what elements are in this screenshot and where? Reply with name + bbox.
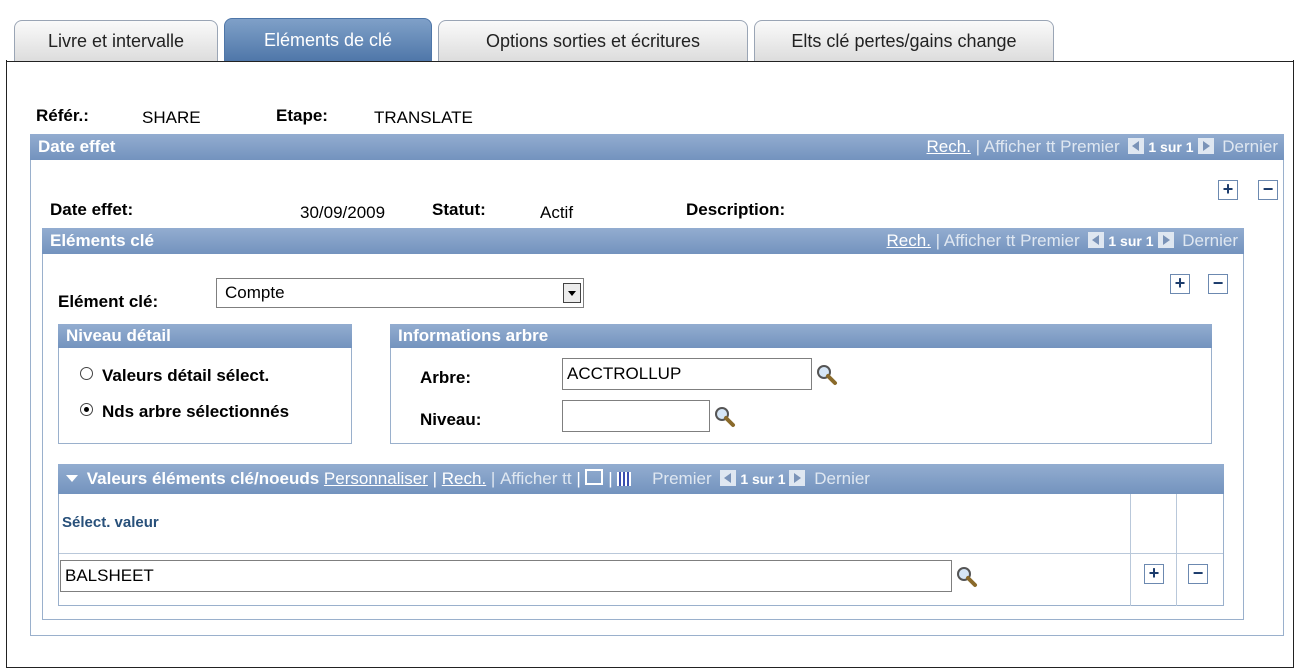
column-header-select-valeur: Sélect. valeur <box>62 514 159 531</box>
tab-livre-et-intervalle[interactable]: Livre et intervalle <box>14 20 218 62</box>
date-effet-count: 1 sur 1 <box>1148 139 1194 155</box>
radio-nds-arbre[interactable] <box>80 403 93 416</box>
add-date-effet-button[interactable]: + <box>1218 180 1238 200</box>
date-effet-title: Date effet <box>38 137 116 156</box>
date-effet-header: Date effet Rech. | Afficher tt Premier 1… <box>30 134 1284 160</box>
element-cle-label: Elément clé: <box>58 292 159 311</box>
personnaliser-link[interactable]: Personnaliser <box>324 469 428 488</box>
grid-divider <box>1176 494 1177 606</box>
statut-value: Actif <box>540 203 574 222</box>
niveau-detail-title: Niveau détail <box>58 324 352 348</box>
next-arrow-icon[interactable] <box>1197 138 1214 154</box>
element-cle-selected-value: Compte <box>225 283 285 302</box>
elements-cle-dernier-link[interactable]: Dernier <box>1182 231 1238 250</box>
elements-cle-count: 1 sur 1 <box>1108 233 1154 249</box>
valeurs-dernier-link[interactable]: Dernier <box>814 469 870 488</box>
date-effet-nav: Rech. | Afficher tt Premier 1 sur 1 Dern… <box>926 137 1278 156</box>
remove-date-effet-button[interactable]: − <box>1258 180 1278 200</box>
remove-element-button[interactable]: − <box>1208 274 1228 294</box>
niveau-label: Niveau: <box>420 410 482 429</box>
valeurs-grid-title: Valeurs éléments clé/noeuds <box>86 469 320 488</box>
download-grid-icon[interactable] <box>617 472 632 486</box>
new-window-icon[interactable] <box>585 469 604 485</box>
date-effet-rech-link[interactable]: Rech. <box>927 137 971 156</box>
date-effet-value: 30/09/2009 <box>300 203 386 222</box>
date-effet-afficher-link[interactable]: Afficher tt <box>984 137 1056 156</box>
next-arrow-icon[interactable] <box>789 470 806 486</box>
next-arrow-icon[interactable] <box>1157 232 1174 248</box>
valeurs-grid-header: Valeurs éléments clé/noeuds Personnalise… <box>58 464 1224 494</box>
elements-cle-premier-link[interactable]: Premier <box>1020 231 1080 250</box>
element-cle-select[interactable]: Compte <box>216 278 584 308</box>
search-icon[interactable] <box>956 566 978 588</box>
valeurs-afficher-link[interactable]: Afficher tt <box>500 469 572 488</box>
search-icon[interactable] <box>816 364 838 386</box>
statut-label: Statut: <box>432 200 486 219</box>
valeurs-count: 1 sur 1 <box>740 471 786 487</box>
etape-value: TRANSLATE <box>374 108 473 127</box>
valeurs-detail-label: Valeurs détail sélect. <box>102 366 270 385</box>
date-effet-premier-link[interactable]: Premier <box>1060 137 1120 156</box>
informations-arbre-title: Informations arbre <box>390 324 1212 348</box>
description-label: Description: <box>686 200 786 219</box>
tab-options-sorties-et-ecritures[interactable]: Options sorties et écritures <box>438 20 748 62</box>
select-valeur-input[interactable]: BALSHEET <box>60 560 952 592</box>
tab-elts-cle-pertes-gains-change[interactable]: Elts clé pertes/gains change <box>754 20 1054 62</box>
tab-bar: Livre et intervalle Eléments de clé Opti… <box>0 0 1296 62</box>
nds-arbre-label: Nds arbre sélectionnés <box>102 402 290 421</box>
collapse-triangle-icon[interactable] <box>66 475 78 482</box>
prev-arrow-icon[interactable] <box>720 470 737 486</box>
elements-cle-title: Eléments clé <box>50 231 154 250</box>
valeurs-premier-link[interactable]: Premier <box>652 469 712 488</box>
niveau-input[interactable] <box>562 400 710 432</box>
elements-cle-nav: Rech. | Afficher tt Premier 1 sur 1 Dern… <box>886 231 1238 250</box>
refer-label: Référ.: <box>36 106 89 125</box>
radio-valeurs-detail[interactable] <box>80 367 93 380</box>
arbre-label: Arbre: <box>420 368 472 387</box>
prev-arrow-icon[interactable] <box>1088 232 1105 248</box>
add-row-button[interactable]: + <box>1144 564 1164 584</box>
elements-cle-rech-link[interactable]: Rech. <box>887 231 931 250</box>
chevron-down-icon[interactable] <box>563 283 581 303</box>
grid-divider <box>1130 494 1131 606</box>
etape-label: Etape: <box>276 106 328 125</box>
grid-header-row <box>59 494 1223 554</box>
search-icon[interactable] <box>714 406 736 428</box>
elements-cle-afficher-link[interactable]: Afficher tt <box>944 231 1016 250</box>
prev-arrow-icon[interactable] <box>1128 138 1145 154</box>
elements-cle-header: Eléments clé Rech. | Afficher tt Premier… <box>42 228 1244 254</box>
remove-row-button[interactable]: − <box>1188 564 1208 584</box>
valeurs-rech-link[interactable]: Rech. <box>442 469 486 488</box>
date-effet-label: Date effet: <box>50 200 134 219</box>
date-effet-dernier-link[interactable]: Dernier <box>1222 137 1278 156</box>
add-element-button[interactable]: + <box>1170 274 1190 294</box>
tab-elements-de-cle[interactable]: Eléments de clé <box>224 18 432 62</box>
refer-value: SHARE <box>142 108 201 127</box>
arbre-input[interactable]: ACCTROLLUP <box>562 358 812 390</box>
